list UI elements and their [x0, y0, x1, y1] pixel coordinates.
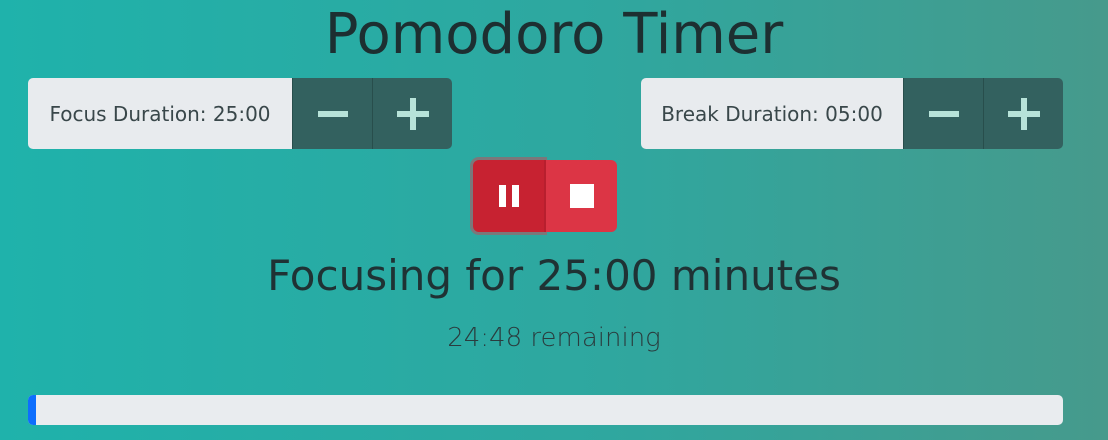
pause-button[interactable] — [473, 160, 544, 232]
break-increase-button[interactable] — [983, 78, 1063, 149]
focus-status-text: Focusing for 25:00 minutes — [267, 251, 841, 300]
focus-increase-button[interactable] — [372, 78, 452, 149]
focus-duration-group: Focus Duration: 25:00 — [28, 78, 452, 149]
progress-bar-fill — [28, 395, 37, 425]
page-title: Pomodoro Timer — [324, 2, 784, 67]
progress-bar — [28, 395, 1063, 425]
plus-icon — [1007, 97, 1040, 130]
plus-icon — [396, 97, 429, 130]
pause-icon — [498, 185, 519, 207]
time-remaining: 24:48 remaining — [447, 323, 661, 353]
minus-icon — [317, 110, 348, 117]
break-decrease-button[interactable] — [903, 78, 983, 149]
focus-decrease-button[interactable] — [292, 78, 372, 149]
break-duration-group: Break Duration: 05:00 — [641, 78, 1063, 149]
timer-controls — [473, 160, 617, 232]
minus-icon — [928, 110, 959, 117]
break-duration-label: Break Duration: 05:00 — [641, 78, 903, 149]
stop-icon — [569, 184, 594, 208]
focus-duration-label: Focus Duration: 25:00 — [28, 78, 292, 149]
stop-button[interactable] — [544, 160, 617, 232]
